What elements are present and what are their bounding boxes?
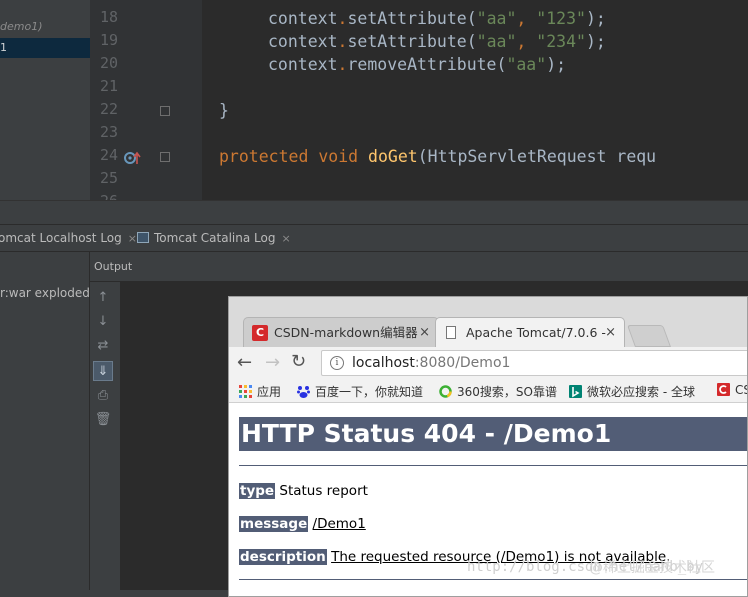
watermark-text: @稀土掘金技术社区 [589, 560, 715, 576]
output-label: Output [94, 260, 133, 273]
scroll-down-icon[interactable]: ↓ [93, 312, 113, 332]
description-label: description [239, 549, 327, 565]
csdn-icon [717, 383, 730, 396]
page-icon [446, 326, 456, 339]
soft-wrap-icon[interactable]: ⇄ [93, 336, 113, 356]
line-number: 23 [99, 123, 118, 141]
project-label: demo1) [0, 20, 43, 33]
bookmarks-bar: 应用 百度一下，你就知道 360搜索，SO靠谱 微软必应搜索 - 全球 CS [229, 379, 747, 488]
output-header: Output [90, 252, 748, 282]
tab-label: Tomcat Catalina Log [154, 231, 276, 245]
panel-divider[interactable] [0, 200, 748, 224]
reload-icon[interactable]: ↻ [291, 351, 306, 372]
tab-tomcat-catalina-log[interactable]: Tomcat Catalina Log × [137, 225, 291, 251]
divider [239, 579, 747, 580]
divider [239, 465, 747, 466]
tab-tomcat-localhost-log[interactable]: omcat Localhost Log × [0, 225, 137, 251]
scroll-to-end-icon[interactable]: ⇓ [93, 361, 113, 381]
type-label: type [239, 483, 276, 499]
type-row: type Status report [239, 483, 368, 499]
line-number: 25 [99, 169, 118, 187]
project-tree-selected-item[interactable]: 1 [0, 38, 90, 58]
csdn-icon: C [252, 325, 268, 341]
url-text[interactable]: localhost:8080/Demo1 [352, 355, 510, 371]
tab-label: omcat Localhost Log [0, 231, 122, 245]
code-line-20: context.removeAttribute("aa"); [268, 55, 567, 74]
page-heading: HTTP Status 404 - /Demo1 [239, 417, 747, 451]
type-value: Status report [275, 483, 368, 499]
address-bar[interactable]: i localhost:8080/Demo1 [321, 350, 747, 376]
message-label: message [239, 516, 309, 532]
info-icon[interactable]: i [330, 356, 344, 370]
browser-window: C CSDN-markdown编辑器 × Apache Tomcat/7.0.6… [228, 296, 748, 597]
line-number: 22 [99, 100, 118, 118]
print-icon[interactable]: ⎙ [93, 386, 113, 406]
tab-title: Apache Tomcat/7.0.6 - [466, 325, 606, 340]
clear-all-icon[interactable]: 🗑 [93, 410, 113, 430]
log-icon [137, 232, 149, 243]
new-tab-button[interactable] [626, 325, 672, 347]
deployment-panel: r:war exploded [0, 252, 90, 597]
code-line-24: protected void doGet(HttpServletRequest … [219, 147, 657, 166]
fold-marker-icon[interactable] [160, 152, 170, 162]
line-number: 19 [99, 31, 118, 49]
fold-marker-icon[interactable] [160, 106, 170, 116]
scroll-up-icon[interactable]: ↑ [93, 288, 113, 308]
bookmark-csdn[interactable]: CS [717, 383, 747, 397]
bookmark-apps[interactable]: 应用 [239, 383, 281, 400]
bookmark-360[interactable]: 360搜索，SO靠谱 [439, 383, 557, 400]
override-method-icon[interactable] [123, 150, 143, 166]
close-icon[interactable]: × [419, 318, 430, 347]
project-sidebar: demo1) 1 [0, 0, 90, 200]
page-content: HTTP Status 404 - /Demo1 type Status rep… [229, 403, 747, 596]
close-icon[interactable]: × [281, 232, 290, 245]
bing-icon [569, 385, 582, 398]
apps-icon [239, 385, 252, 398]
line-number: 24 [99, 146, 118, 164]
bookmark-baidu[interactable]: 百度一下，你就知道 [297, 383, 423, 400]
close-icon[interactable]: × [128, 232, 137, 245]
360-icon [439, 385, 452, 398]
code-line-18: context.setAttribute("aa", "123"); [268, 9, 606, 28]
status-strip [0, 590, 228, 597]
close-icon[interactable]: × [605, 318, 616, 347]
message-value: /Demo1 [312, 516, 366, 532]
code-line-19: context.setAttribute("aa", "234"); [268, 32, 606, 51]
tab-csdn-markdown[interactable]: C CSDN-markdown编辑器 × [243, 317, 439, 347]
message-row: message /Demo1 [239, 516, 366, 532]
line-number: 20 [99, 54, 118, 72]
line-number: 18 [99, 8, 118, 26]
forward-arrow-icon[interactable]: → [265, 352, 280, 373]
tab-title: CSDN-markdown编辑器 [274, 325, 418, 340]
code-editor[interactable]: context.setAttribute("aa", "123"); conte… [202, 0, 748, 200]
back-arrow-icon[interactable]: ← [237, 352, 252, 373]
browser-toolbar: ← → ↻ i localhost:8080/Demo1 [229, 347, 747, 379]
baidu-icon [297, 386, 310, 398]
tool-tab-bar: omcat Localhost Log × Tomcat Catalina Log… [0, 224, 748, 252]
browser-tab-strip: C CSDN-markdown编辑器 × Apache Tomcat/7.0.6… [229, 297, 747, 347]
line-number: 21 [99, 77, 118, 95]
bookmark-bing[interactable]: 微软必应搜索 - 全球 [569, 383, 695, 400]
editor-gutter: 18 19 20 21 22 23 24 25 26 [90, 0, 202, 210]
tab-apache-tomcat[interactable]: Apache Tomcat/7.0.6 - × [435, 317, 625, 347]
code-line-22: } [219, 101, 229, 120]
deployment-item[interactable]: r:war exploded [0, 286, 90, 300]
